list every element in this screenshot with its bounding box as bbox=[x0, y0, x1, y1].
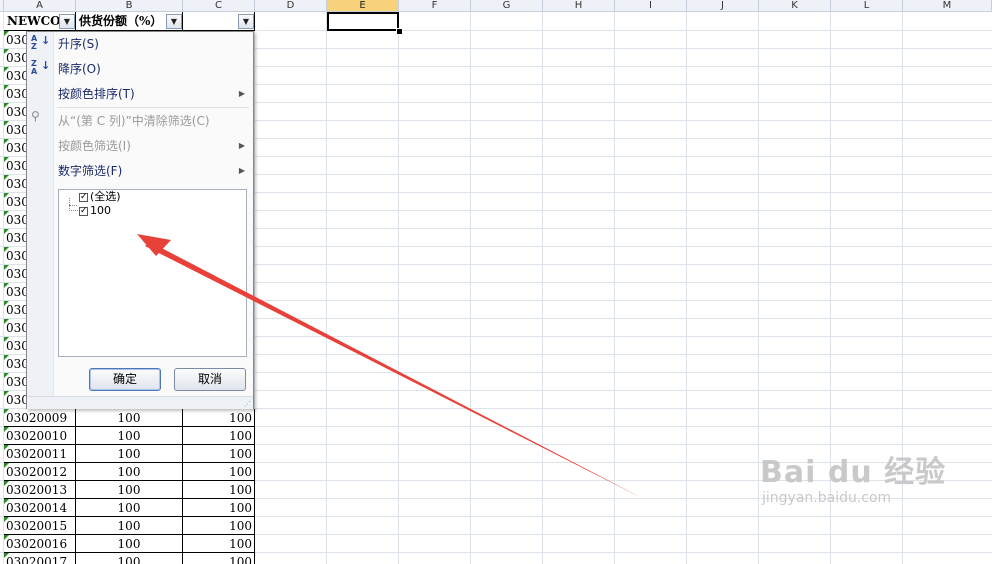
watermark-logo: Bai du 经验 bbox=[760, 455, 947, 490]
baidu-watermark: Bai du 经验 jingyan.baidu.com bbox=[760, 455, 947, 507]
arrow-shaft bbox=[145, 242, 640, 497]
watermark-url: jingyan.baidu.com bbox=[762, 490, 892, 506]
